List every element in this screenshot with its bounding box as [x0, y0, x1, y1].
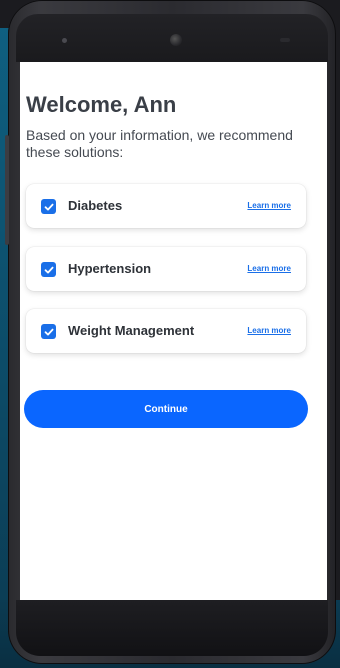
solution-card-weight-management[interactable]: Weight Management Learn more [26, 309, 306, 353]
continue-button[interactable]: Continue [24, 390, 308, 428]
checkmark-icon [44, 328, 53, 335]
page-title: Welcome, Ann [26, 92, 177, 117]
learn-more-link-hypertension[interactable]: Learn more [247, 264, 291, 273]
speaker-icon [62, 38, 67, 43]
app-screen: Welcome, Ann Based on your information, … [20, 62, 327, 600]
page-subtitle: Based on your information, we recommend … [26, 127, 293, 160]
checkbox-hypertension[interactable] [41, 262, 56, 277]
solution-card-diabetes[interactable]: Diabetes Learn more [26, 184, 306, 228]
checkbox-diabetes[interactable] [41, 199, 56, 214]
checkmark-icon [44, 203, 53, 210]
phone-bottom-bezel [16, 600, 328, 656]
learn-more-link-weight-management[interactable]: Learn more [247, 326, 291, 335]
checkmark-icon [44, 266, 53, 273]
sensor-icon [280, 38, 290, 42]
solution-label: Hypertension [68, 261, 152, 276]
learn-more-link-diabetes[interactable]: Learn more [247, 201, 291, 210]
checkbox-weight-management[interactable] [41, 324, 56, 339]
solution-label: Weight Management [68, 323, 195, 338]
side-button [5, 135, 9, 245]
solution-card-hypertension[interactable]: Hypertension Learn more [26, 247, 306, 291]
front-camera-icon [170, 34, 182, 46]
solution-label: Diabetes [68, 198, 123, 213]
